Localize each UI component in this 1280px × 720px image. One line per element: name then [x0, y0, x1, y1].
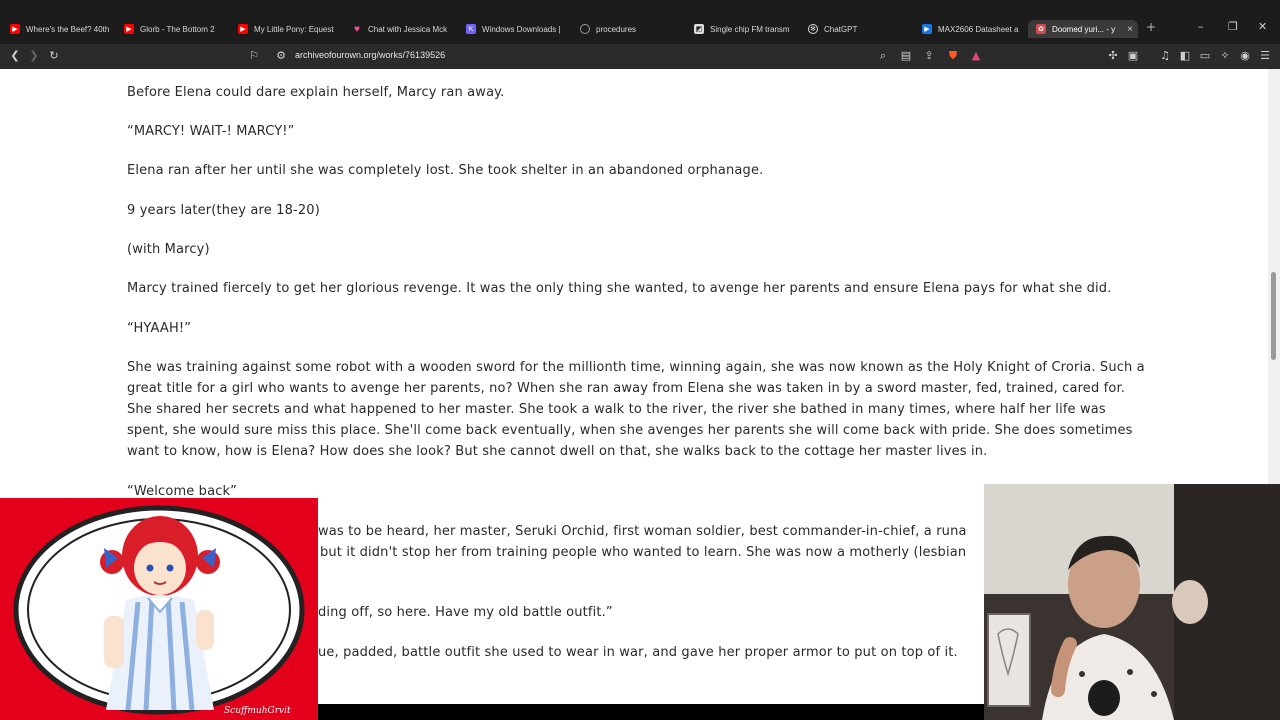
story-paragraph: Marcy trained fiercely to get her glorio…: [127, 281, 1112, 296]
story-paragraph-partial: but it didn't stop her from training peo…: [320, 545, 967, 560]
chatgpt-icon: ✻: [808, 24, 818, 34]
address-bar[interactable]: ⚙ archiveofourown.org/works/76139526 ⌕ ▤…: [262, 47, 992, 66]
new-tab-icon[interactable]: +: [1146, 20, 1156, 34]
bookmark-page-icon[interactable]: ⚐: [247, 49, 261, 63]
reader-icon[interactable]: ▤: [899, 49, 913, 63]
tab-label: MAX2606 Datasheet a: [938, 24, 1019, 34]
story-paragraph: 9 years later(they are 18-20): [127, 203, 320, 218]
rewards-icon[interactable]: ▲: [969, 49, 983, 63]
back-icon[interactable]: ❮: [8, 49, 22, 63]
music-icon[interactable]: ♫: [1158, 49, 1172, 63]
close-tab-icon[interactable]: ×: [1127, 24, 1133, 35]
story-paragraph: “HYAAH!”: [127, 321, 192, 336]
tab-1[interactable]: ▶ Glorb - The Bottom 2: [124, 20, 224, 38]
story-paragraph: Elena ran after her until she was comple…: [127, 163, 764, 178]
tab-6[interactable]: ◩ Single chip FM transm: [694, 20, 792, 38]
tab-label: Where's the Beef? 40th: [26, 24, 110, 34]
story-paragraph: Before Elena could dare explain herself,…: [127, 85, 505, 100]
tab-0[interactable]: ▶ Where's the Beef? 40th: [10, 20, 110, 38]
tab-2[interactable]: ▶ My Little Pony: Equest: [238, 20, 336, 38]
youtube-icon: ▶: [124, 24, 134, 34]
youtube-icon: ▶: [238, 24, 248, 34]
mascot-illustration: [13, 505, 305, 715]
forward-icon[interactable]: ❯: [27, 49, 41, 63]
tab-label: Single chip FM transm: [710, 24, 790, 34]
site-info-icon[interactable]: ⚙: [274, 49, 288, 63]
tab-8[interactable]: ▶ MAX2606 Datasheet a: [922, 20, 1022, 38]
story-paragraph: She was training against some robot with…: [127, 360, 1145, 459]
k-icon: K: [466, 24, 476, 34]
maximize-icon[interactable]: ❐: [1228, 20, 1238, 33]
browser-toolbar: ❮ ❯ ↻ ⚐ ⚙ archiveofourown.org/works/7613…: [0, 44, 1280, 69]
story-paragraph-partial: ue, padded, battle outfit she used to we…: [318, 645, 958, 660]
minimize-icon[interactable]: –: [1198, 20, 1204, 33]
story-paragraph-partial: was to be heard, her master, Seruki Orch…: [318, 524, 967, 539]
mascot-overlay: ScuffmuhGrvit: [0, 498, 318, 720]
stream-bottom-bar: [318, 704, 984, 720]
close-window-icon[interactable]: ✕: [1258, 20, 1267, 33]
tab-label: procedures: [596, 24, 637, 34]
url-text: archiveofourown.org/works/76139526: [295, 50, 446, 60]
extensions-icon[interactable]: ✣: [1106, 49, 1120, 63]
vpn-icon[interactable]: ◉: [1238, 49, 1252, 63]
tab-9-active[interactable]: ✿ Doomed yuri... - y ×: [1028, 20, 1138, 38]
wallet-icon[interactable]: ▣: [1126, 49, 1140, 63]
reload-icon[interactable]: ↻: [47, 49, 61, 63]
sidebar-icon[interactable]: ◧: [1178, 49, 1192, 63]
shield-icon[interactable]: ⛊: [946, 49, 960, 63]
tab-label: Windows Downloads |: [482, 24, 561, 34]
tab-label: ChatGPT: [824, 24, 858, 34]
mascot-watermark: ScuffmuhGrvit: [224, 706, 291, 716]
heart-icon: ♥: [354, 23, 360, 35]
webcam-overlay: [984, 484, 1280, 720]
ao3-icon: ✿: [1036, 24, 1046, 34]
webcam-feed: [984, 484, 1280, 720]
globe-icon: [580, 24, 590, 34]
menu-icon[interactable]: ☰: [1258, 49, 1272, 63]
tab-label: Chat with Jessica Mck: [368, 24, 448, 34]
ai-icon[interactable]: ✧: [1218, 49, 1232, 63]
tab-strip: ▶ Where's the Beef? 40th ▶ Glorb - The B…: [0, 0, 1280, 44]
story-paragraph: (with Marcy): [127, 242, 210, 257]
tab-label: Doomed yuri... - y: [1052, 24, 1116, 34]
tab-label: Glorb - The Bottom 2: [140, 24, 215, 34]
bookmark-icon: ◩: [694, 24, 704, 34]
tab-5[interactable]: procedures: [580, 20, 680, 38]
tab-label: My Little Pony: Equest: [254, 24, 334, 34]
zoom-icon[interactable]: ⌕: [876, 49, 890, 63]
share-icon[interactable]: ⇪: [922, 49, 936, 63]
tab-4[interactable]: K Windows Downloads |: [466, 20, 566, 38]
youtube-icon: ▶: [10, 24, 20, 34]
play-icon: ▶: [922, 24, 932, 34]
scrollbar-thumb[interactable]: [1271, 272, 1276, 360]
tab-7[interactable]: ✻ ChatGPT: [808, 20, 908, 38]
story-paragraph: “MARCY! WAIT-! MARCY!”: [127, 124, 295, 139]
story-paragraph-partial: ding off, so here. Have my old battle ou…: [318, 605, 613, 620]
cards-icon[interactable]: ▭: [1198, 49, 1212, 63]
tab-3[interactable]: ♥ Chat with Jessica Mck: [352, 20, 450, 38]
